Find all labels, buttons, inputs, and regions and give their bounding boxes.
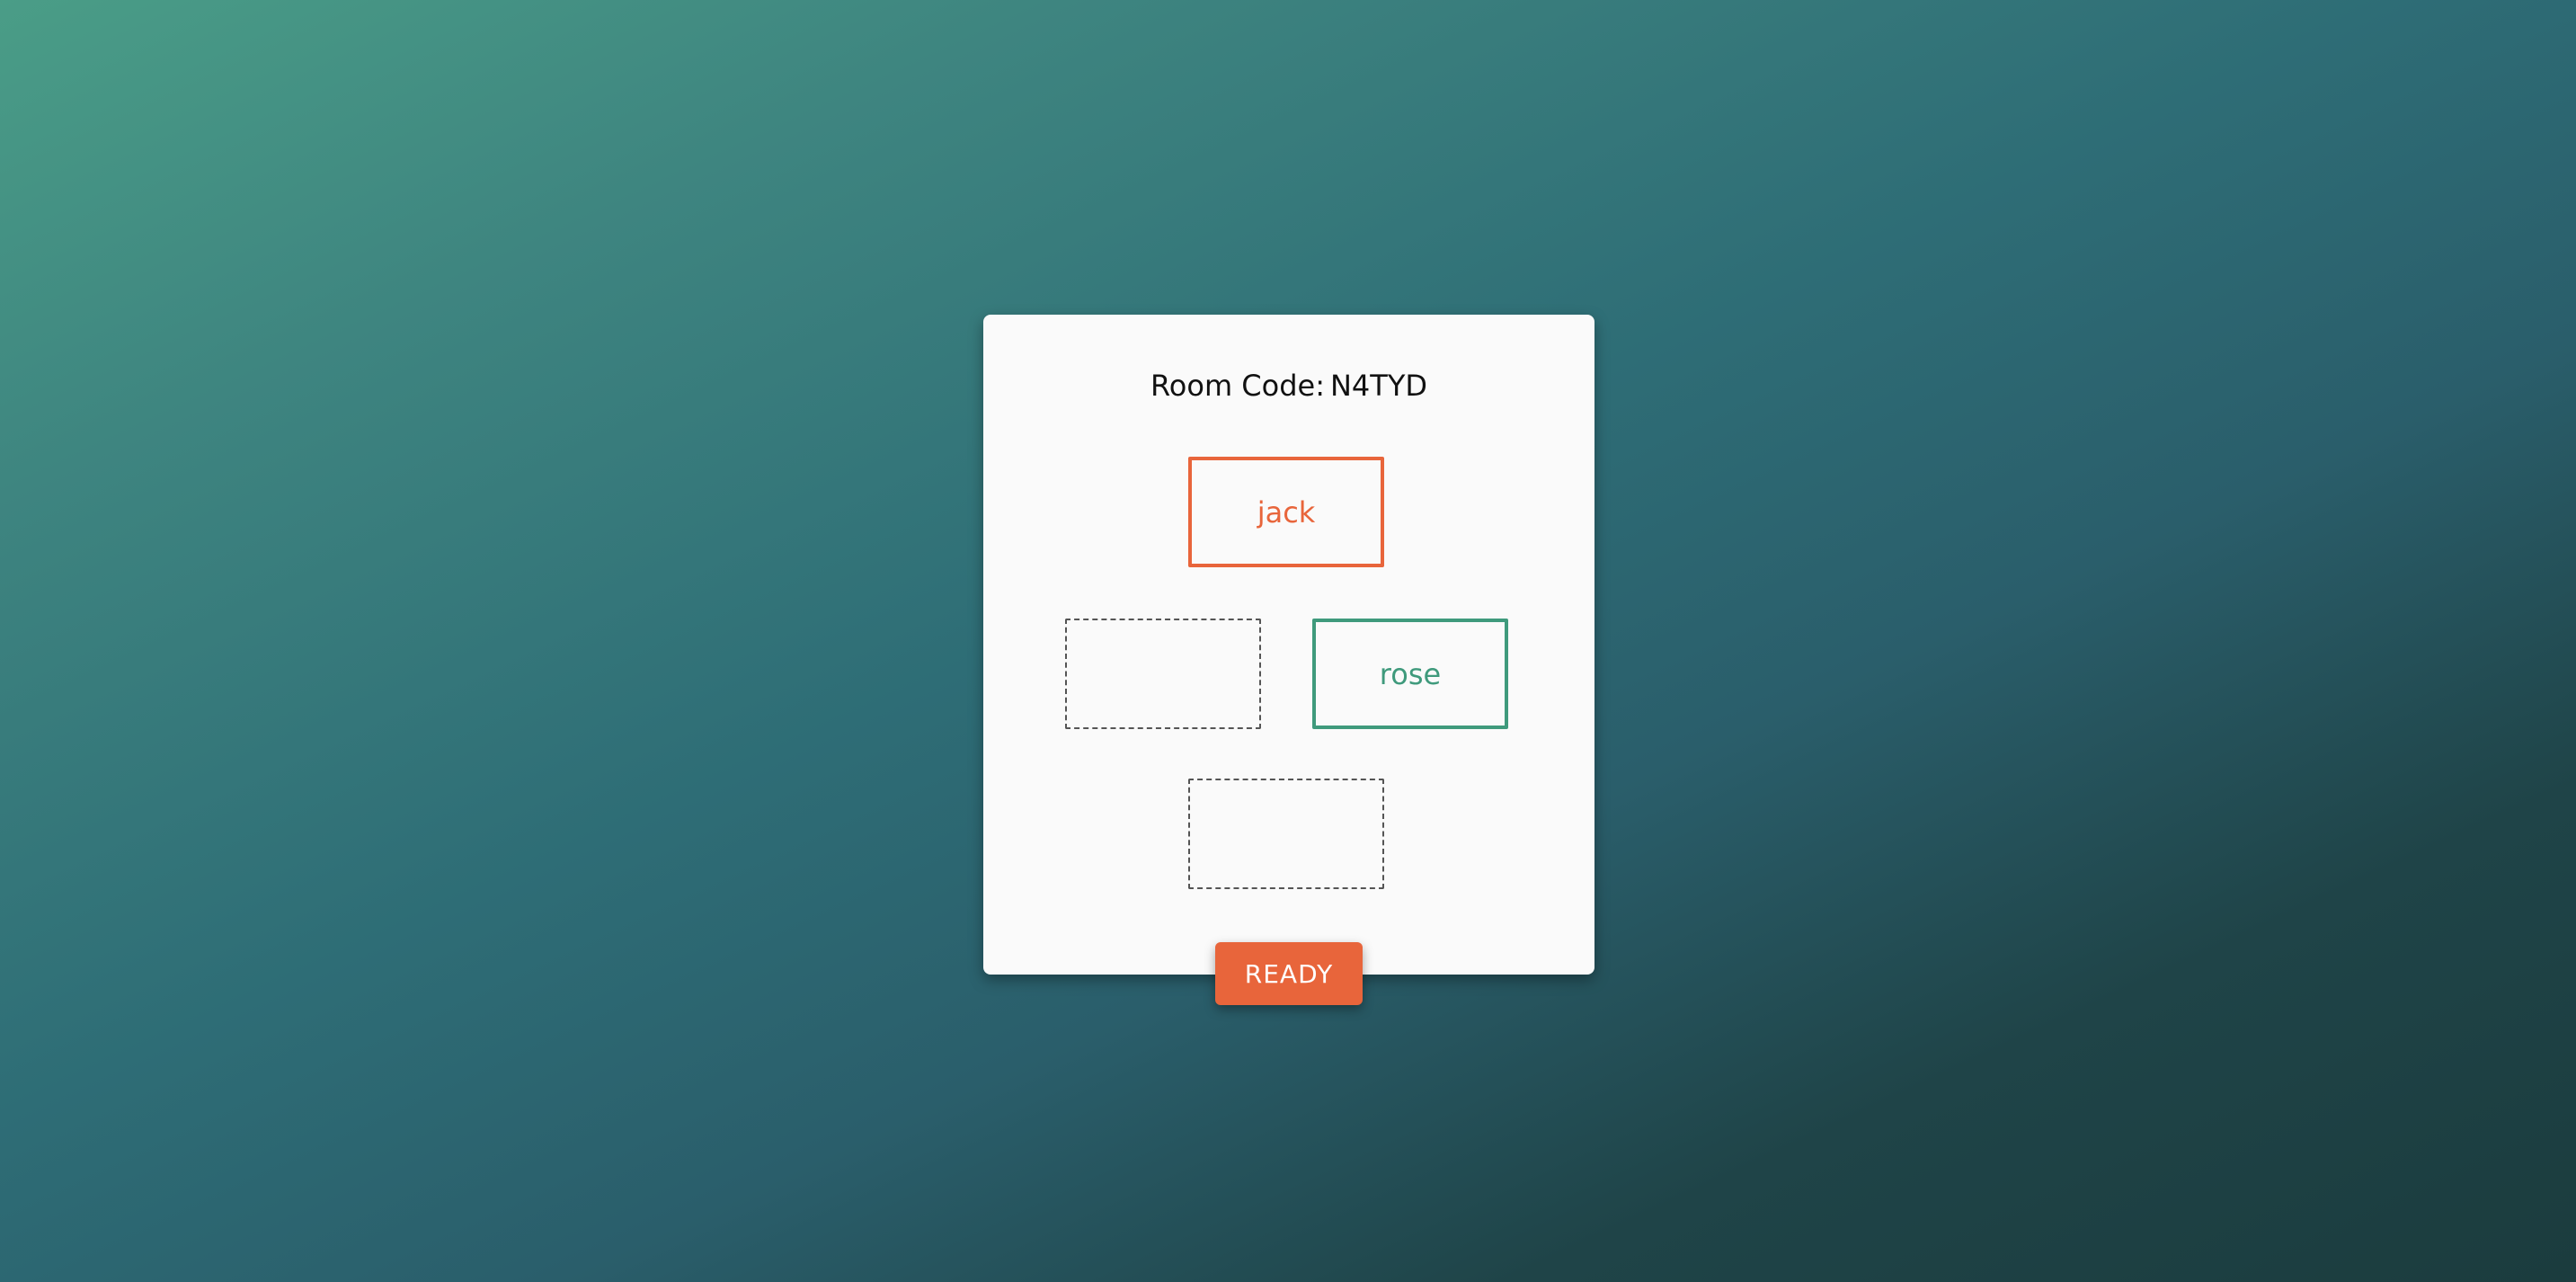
room-code-value: N4TYD	[1329, 369, 1428, 403]
room-code-heading: Room Code: N4TYD	[983, 369, 1594, 403]
ready-button[interactable]: READY	[1215, 942, 1363, 1005]
seat-top[interactable]: jack	[1188, 457, 1384, 567]
seat-player-name: rose	[1379, 656, 1442, 691]
seat-player-name: jack	[1257, 494, 1316, 530]
seat-bottom[interactable]	[1188, 779, 1384, 889]
lobby-card: Room Code: N4TYD jack rose	[983, 315, 1594, 975]
seat-left[interactable]	[1065, 619, 1261, 729]
room-code-label: Room Code:	[1150, 369, 1325, 403]
seat-right[interactable]: rose	[1312, 619, 1508, 729]
